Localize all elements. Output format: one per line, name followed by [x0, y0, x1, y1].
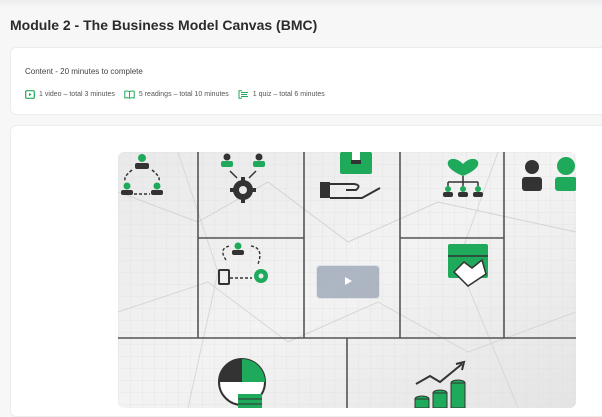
- play-icon: [343, 273, 353, 291]
- top-bar: [0, 0, 602, 8]
- content-item-readings[interactable]: 5 readings – total 10 minutes: [124, 89, 229, 99]
- content-item-quiz[interactable]: 1 quiz – total 6 minutes: [238, 89, 325, 99]
- video-icon: [25, 89, 35, 99]
- content-items-row: 1 video – total 3 minutes 5 readings – t…: [25, 89, 325, 99]
- content-item-readings-label: 5 readings – total 10 minutes: [138, 90, 229, 98]
- content-summary-card: Content - 20 minutes to complete 1 video…: [10, 47, 602, 115]
- content-item-quiz-label: 1 quiz – total 6 minutes: [252, 90, 325, 98]
- content-item-video[interactable]: 1 video – total 3 minutes: [25, 89, 115, 99]
- content-duration-label: Content - 20 minutes to complete: [25, 67, 143, 76]
- video-thumbnail[interactable]: [118, 152, 576, 408]
- content-item-video-label: 1 video – total 3 minutes: [39, 90, 115, 98]
- quiz-icon: [238, 89, 249, 99]
- book-icon: [124, 89, 135, 99]
- module-title: Module 2 - The Business Model Canvas (BM…: [10, 17, 318, 33]
- play-button[interactable]: [316, 265, 380, 299]
